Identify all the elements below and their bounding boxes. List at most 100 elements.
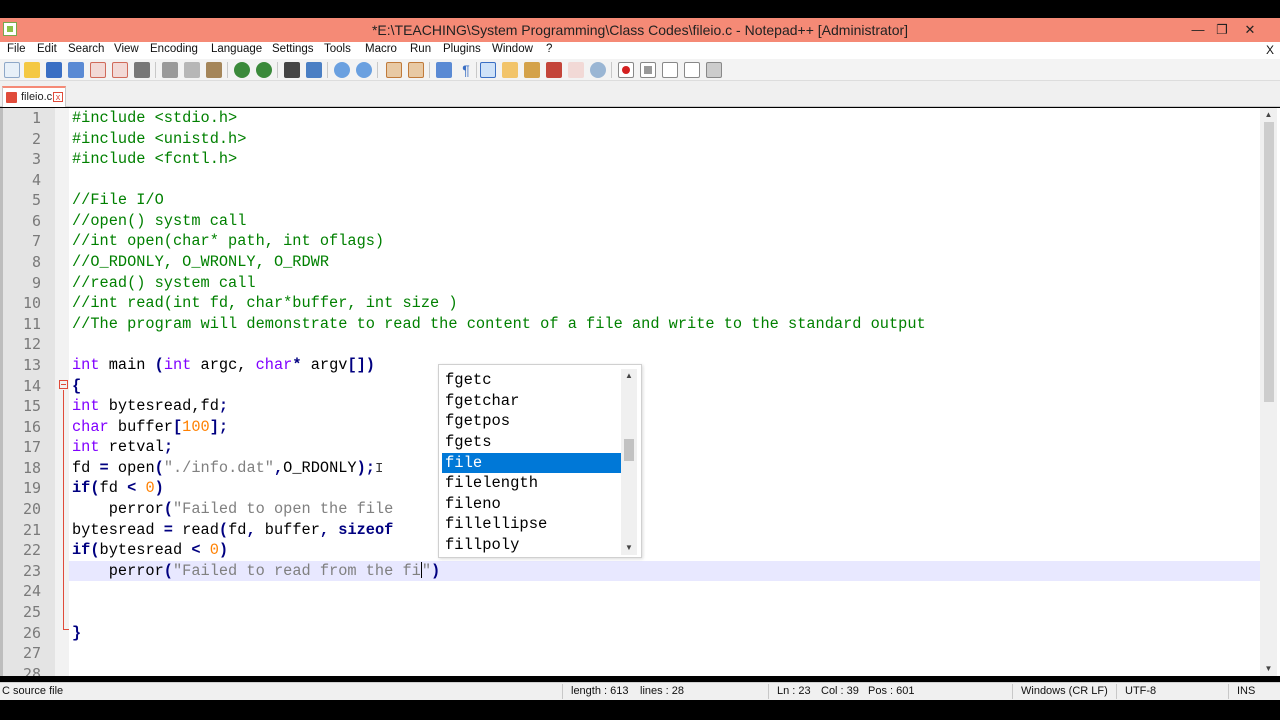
function-list-icon[interactable] [524, 62, 540, 78]
menu-edit[interactable]: Edit [37, 43, 57, 55]
menu-macro[interactable]: Macro [365, 43, 397, 55]
control-keyword: if [72, 479, 91, 497]
close-document-button[interactable]: X [1266, 43, 1274, 57]
code-line: #include <fcntl.h> [72, 150, 237, 168]
restore-button[interactable]: ❐ [1208, 20, 1236, 40]
sync-horizontal-icon[interactable] [408, 62, 424, 78]
string-literal: " [421, 562, 432, 580]
operator: ; [163, 438, 173, 456]
operator: ( [90, 541, 100, 559]
menu-language[interactable]: Language [211, 43, 262, 55]
run-macro-multiple-icon[interactable] [684, 62, 700, 78]
close-icon[interactable] [90, 62, 106, 78]
autocomplete-item[interactable]: fgetpos [442, 411, 621, 431]
scrollbar-thumb[interactable] [1264, 122, 1274, 402]
line-number: 17 [22, 438, 41, 456]
scroll-up-arrow-icon[interactable]: ▲ [1260, 108, 1277, 122]
show-all-chars-icon[interactable]: ¶ [458, 62, 474, 78]
menu-help[interactable]: ? [546, 43, 552, 55]
autocomplete-item[interactable]: fgetc [442, 370, 621, 390]
line-number: 3 [31, 150, 41, 168]
menu-encoding[interactable]: Encoding [150, 43, 198, 55]
line-number: 23 [22, 562, 41, 580]
replace-icon[interactable] [306, 62, 322, 78]
record-macro-icon[interactable] [618, 62, 634, 78]
close-window-button[interactable]: ✕ [1236, 20, 1264, 40]
fold-collapse-icon[interactable] [59, 380, 68, 389]
menu-tools[interactable]: Tools [324, 43, 351, 55]
status-eol: Windows (CR LF) [1021, 685, 1108, 697]
autocomplete-item[interactable]: fgets [442, 432, 621, 452]
scrollbar-thumb[interactable] [624, 439, 634, 461]
scroll-up-arrow-icon[interactable]: ▲ [621, 369, 637, 383]
toolbar-separator [277, 62, 278, 78]
status-divider [1228, 684, 1229, 699]
menu-search[interactable]: Search [68, 43, 104, 55]
zoom-out-icon[interactable] [356, 62, 372, 78]
line-number: 2 [31, 130, 41, 148]
fold-margin [55, 108, 69, 676]
code-line: int main (int argc, char* argv[]) [72, 356, 375, 374]
doc-map-icon[interactable] [502, 62, 518, 78]
save-all-icon[interactable] [68, 62, 84, 78]
number-literal: 0 [209, 541, 219, 559]
paste-icon[interactable] [206, 62, 222, 78]
editor-vertical-scrollbar[interactable]: ▲ ▼ [1260, 108, 1277, 676]
code-line: perror("Failed to open the file [72, 500, 394, 518]
menu-bar: File Edit Search View Encoding Language … [0, 42, 1280, 59]
close-all-icon[interactable] [112, 62, 128, 78]
line-number: 9 [31, 274, 41, 292]
line-number: 25 [22, 603, 41, 621]
code-line: perror("Failed to read from the fi") [72, 562, 440, 580]
line-number: 11 [22, 315, 41, 333]
autocomplete-popup[interactable]: fgetc fgetchar fgetpos fgets file filele… [438, 364, 642, 558]
cut-icon[interactable] [162, 62, 178, 78]
redo-icon[interactable] [256, 62, 272, 78]
autocomplete-item[interactable]: filelength [442, 473, 621, 493]
scroll-down-arrow-icon[interactable]: ▼ [621, 541, 637, 555]
indent-guide-icon[interactable] [480, 62, 496, 78]
scroll-down-arrow-icon[interactable]: ▼ [1260, 662, 1277, 676]
play-macro-icon[interactable] [662, 62, 678, 78]
string-literal: "./info.dat" [163, 459, 274, 477]
autocomplete-item[interactable]: fillpoly [442, 535, 621, 555]
fold-icon[interactable] [568, 62, 584, 78]
operator: , [273, 459, 284, 477]
autocomplete-item[interactable]: fillellipse [442, 514, 621, 534]
autocomplete-scrollbar[interactable]: ▲ ▼ [621, 369, 637, 555]
save-macro-icon[interactable] [706, 62, 722, 78]
menu-file[interactable]: File [7, 43, 26, 55]
menu-plugins[interactable]: Plugins [443, 43, 481, 55]
sync-vertical-icon[interactable] [386, 62, 402, 78]
monitoring-icon[interactable] [590, 62, 606, 78]
autocomplete-item-selected[interactable]: file [442, 453, 621, 473]
menu-window[interactable]: Window [492, 43, 533, 55]
print-icon[interactable] [134, 62, 150, 78]
code-text: bytesread [72, 521, 164, 539]
save-icon[interactable] [46, 62, 62, 78]
code-line: { [72, 377, 81, 395]
new-file-icon[interactable] [4, 62, 20, 78]
menu-settings[interactable]: Settings [272, 43, 314, 55]
menu-view[interactable]: View [114, 43, 139, 55]
unsaved-file-icon [6, 92, 17, 103]
operator: , [246, 521, 256, 539]
status-divider [562, 684, 563, 699]
tab-fileio-c[interactable]: fileio.c x [2, 86, 66, 107]
line-number: 15 [22, 397, 41, 415]
autocomplete-item[interactable]: fgetchar [442, 391, 621, 411]
find-icon[interactable] [284, 62, 300, 78]
autocomplete-item[interactable]: fileno [442, 494, 621, 514]
open-file-icon[interactable] [24, 62, 40, 78]
tab-close-button[interactable]: x [53, 92, 63, 102]
word-wrap-icon[interactable] [436, 62, 452, 78]
folder-workspace-icon[interactable] [546, 62, 562, 78]
undo-icon[interactable] [234, 62, 250, 78]
copy-icon[interactable] [184, 62, 200, 78]
code-line: } [72, 624, 81, 642]
stop-record-icon[interactable] [640, 62, 656, 78]
toolbar-separator [429, 62, 430, 78]
zoom-in-icon[interactable] [334, 62, 350, 78]
menu-run[interactable]: Run [410, 43, 431, 55]
code-line: //The program will demonstrate to read t… [72, 315, 926, 333]
